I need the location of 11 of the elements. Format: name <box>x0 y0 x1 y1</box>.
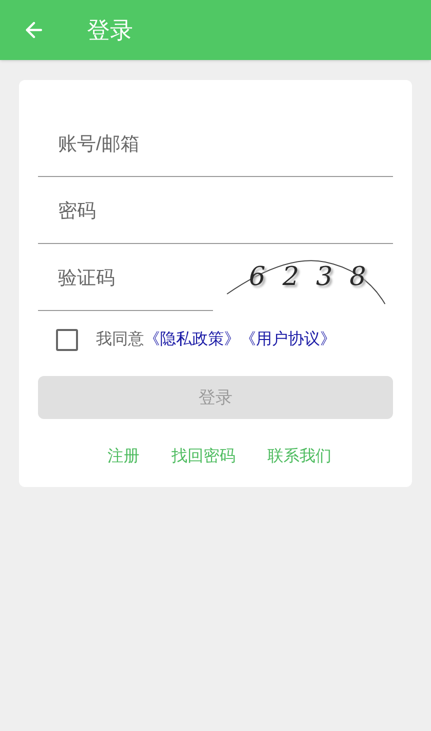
input-field[interactable]: 密码 <box>38 177 393 244</box>
footer-link[interactable]: 联系我们 <box>268 445 332 469</box>
policy-link[interactable]: 《隐私政策》 <box>144 328 240 352</box>
input-field[interactable]: 验证码 <box>38 244 213 311</box>
footer-link[interactable]: 找回密码 <box>172 445 236 469</box>
app-bar-title: 登录 <box>87 16 133 45</box>
agree-checkbox[interactable] <box>56 329 78 351</box>
footer-link[interactable]: 注册 <box>108 445 140 469</box>
input-field[interactable]: 账号/邮箱 <box>38 110 393 177</box>
policy-link[interactable]: 《用户协议》 <box>240 328 336 352</box>
agree-text: 我同意 <box>96 330 144 350</box>
